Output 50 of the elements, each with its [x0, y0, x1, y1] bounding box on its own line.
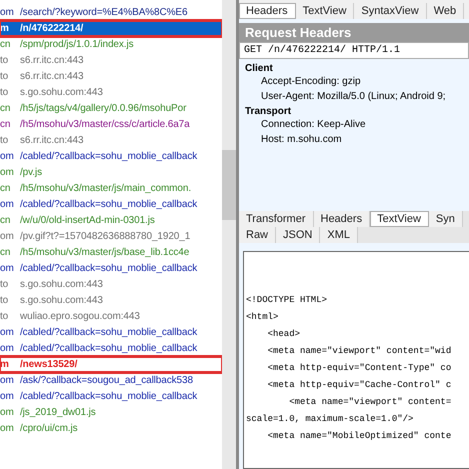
session-row[interactable]: to s6.rr.itc.cn:443	[0, 133, 222, 148]
session-row[interactable]: om /cabled/?callback=sohu_moblie_callback	[0, 149, 222, 164]
session-row[interactable]: om /js_2019_dw01.js	[0, 405, 222, 420]
session-row[interactable]: om /cabled/?callback=sohu_moblie_callback	[0, 197, 222, 212]
tab[interactable]: Headers	[314, 211, 370, 227]
code-line: scale=1.0, maximum-scale=1.0"/>	[246, 413, 414, 426]
session-row[interactable]: cn /h5/msohu/v3/master/js/main_common.	[0, 181, 222, 196]
tab[interactable]: Syn	[428, 211, 463, 227]
session-row[interactable]: cn /h5/msohu/v3/master/css/c/article.6a7a	[0, 117, 222, 132]
header-item: User-Agent: Mozilla/5.0 (Linux; Android 9;	[260, 90, 447, 104]
session-row[interactable]: to s.go.sohu.com:443	[0, 85, 222, 100]
header-item: Host: m.sohu.com	[260, 133, 343, 147]
code-line: <meta http-equiv="Content-Type" co	[266, 362, 452, 375]
session-row[interactable]: om /cabled/?callback=sohu_moblie_callback	[0, 261, 222, 276]
tab[interactable]: JSON	[276, 227, 320, 243]
code-line: <html>	[246, 311, 280, 324]
scrollbar[interactable]	[222, 0, 236, 469]
code-line: <meta http-equiv="Cache-Control" c	[266, 379, 452, 392]
session-row[interactable]: to s.go.sohu.com:443	[0, 277, 222, 292]
session-row[interactable]: om /ask/?callback=sougou_ad_callback538	[0, 373, 222, 388]
session-row[interactable]: to s.go.sohu.com:443	[0, 293, 222, 308]
tab[interactable]: Transformer	[239, 211, 314, 227]
header-group[interactable]: Transport	[245, 106, 469, 117]
session-row[interactable]: to wuliao.epro.sogou.com:443	[0, 309, 222, 324]
code-line: <!DOCTYPE HTML>	[246, 294, 328, 307]
session-row[interactable]: cn /h5/msohu/v3/master/js/base_lib.1cc4e	[0, 245, 222, 260]
tab[interactable]: TextView	[370, 211, 429, 227]
session-row[interactable]: om /cabled/?callback=sohu_moblie_callback	[0, 325, 222, 340]
session-row[interactable]: om /cabled/?callback=sohu_moblie_callback	[0, 389, 222, 404]
session-row[interactable]: om /cpro/ui/cm.js	[0, 421, 222, 436]
code-line: <meta name="viewport" content=	[288, 396, 452, 409]
tab[interactable]: Headers	[239, 3, 296, 19]
code-line: <head>	[266, 328, 302, 341]
tab[interactable]: Raw	[239, 227, 276, 243]
section-title: Request Headers	[239, 23, 469, 42]
header-group[interactable]: Client	[245, 63, 469, 74]
code-line: <meta name="MobileOptimized" conte	[266, 430, 452, 443]
code-line: <meta name="viewport" content="wid	[266, 345, 452, 358]
header-item: Connection: Keep-Alive	[260, 118, 367, 132]
session-row[interactable]: om /search/?keyword=%E4%BA%8C%E6	[0, 5, 222, 20]
session-row[interactable]: cn /spm/prod/js/1.0.1/index.js	[0, 37, 222, 52]
session-row[interactable]: to s6.rr.itc.cn:443	[0, 53, 222, 68]
session-row[interactable]: to s6.rr.itc.cn:443	[0, 69, 222, 84]
session-row[interactable]: om /cabled/?callback=sohu_moblie_callback	[0, 341, 222, 356]
session-row[interactable]: om /pv.js	[0, 165, 222, 180]
tab[interactable]: XML	[320, 227, 358, 243]
header-item: Accept-Encoding: gzip	[260, 75, 362, 89]
session-row[interactable]: cn /w/u/0/old-insertAd-min-0301.js	[0, 213, 222, 228]
session-row[interactable]: om /pv.gif?t?=1570482636888780_1920_1	[0, 229, 222, 244]
session-row[interactable]: cn /h5/js/tags/v4/gallery/0.0.96/msohuPor	[0, 101, 222, 116]
